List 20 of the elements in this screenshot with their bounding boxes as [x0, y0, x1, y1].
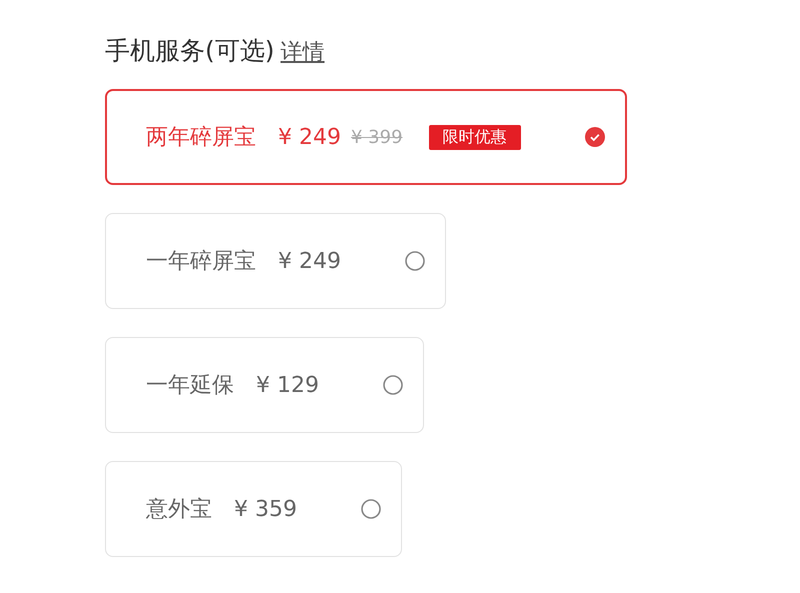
option-price: ¥ 359 — [234, 496, 297, 522]
radio-icon[interactable] — [360, 499, 381, 519]
radio-icon[interactable] — [382, 375, 403, 395]
service-option[interactable]: 一年延保 ¥ 129 — [105, 337, 424, 433]
option-price: ¥ 249 — [278, 124, 341, 150]
service-option[interactable]: 两年碎屏宝 ¥ 249 ¥ 399 限时优惠 — [105, 89, 627, 185]
radio-icon[interactable] — [404, 251, 425, 271]
section-title: 手机服务(可选) — [105, 35, 275, 67]
service-option[interactable]: 意外宝 ¥ 359 — [105, 461, 402, 557]
details-link[interactable]: 详情 — [280, 37, 325, 67]
original-price: ¥ 399 — [350, 126, 403, 148]
option-name: 一年延保 — [146, 372, 234, 400]
option-name: 意外宝 — [146, 496, 212, 524]
option-name: 两年碎屏宝 — [146, 124, 256, 152]
service-option[interactable]: 一年碎屏宝 ¥ 249 — [105, 213, 446, 309]
promo-badge: 限时优惠 — [428, 124, 521, 150]
option-name: 一年碎屏宝 — [146, 248, 256, 276]
option-price: ¥ 129 — [256, 372, 319, 398]
option-price: ¥ 249 — [278, 248, 341, 274]
checked-radio-icon[interactable] — [584, 127, 605, 147]
